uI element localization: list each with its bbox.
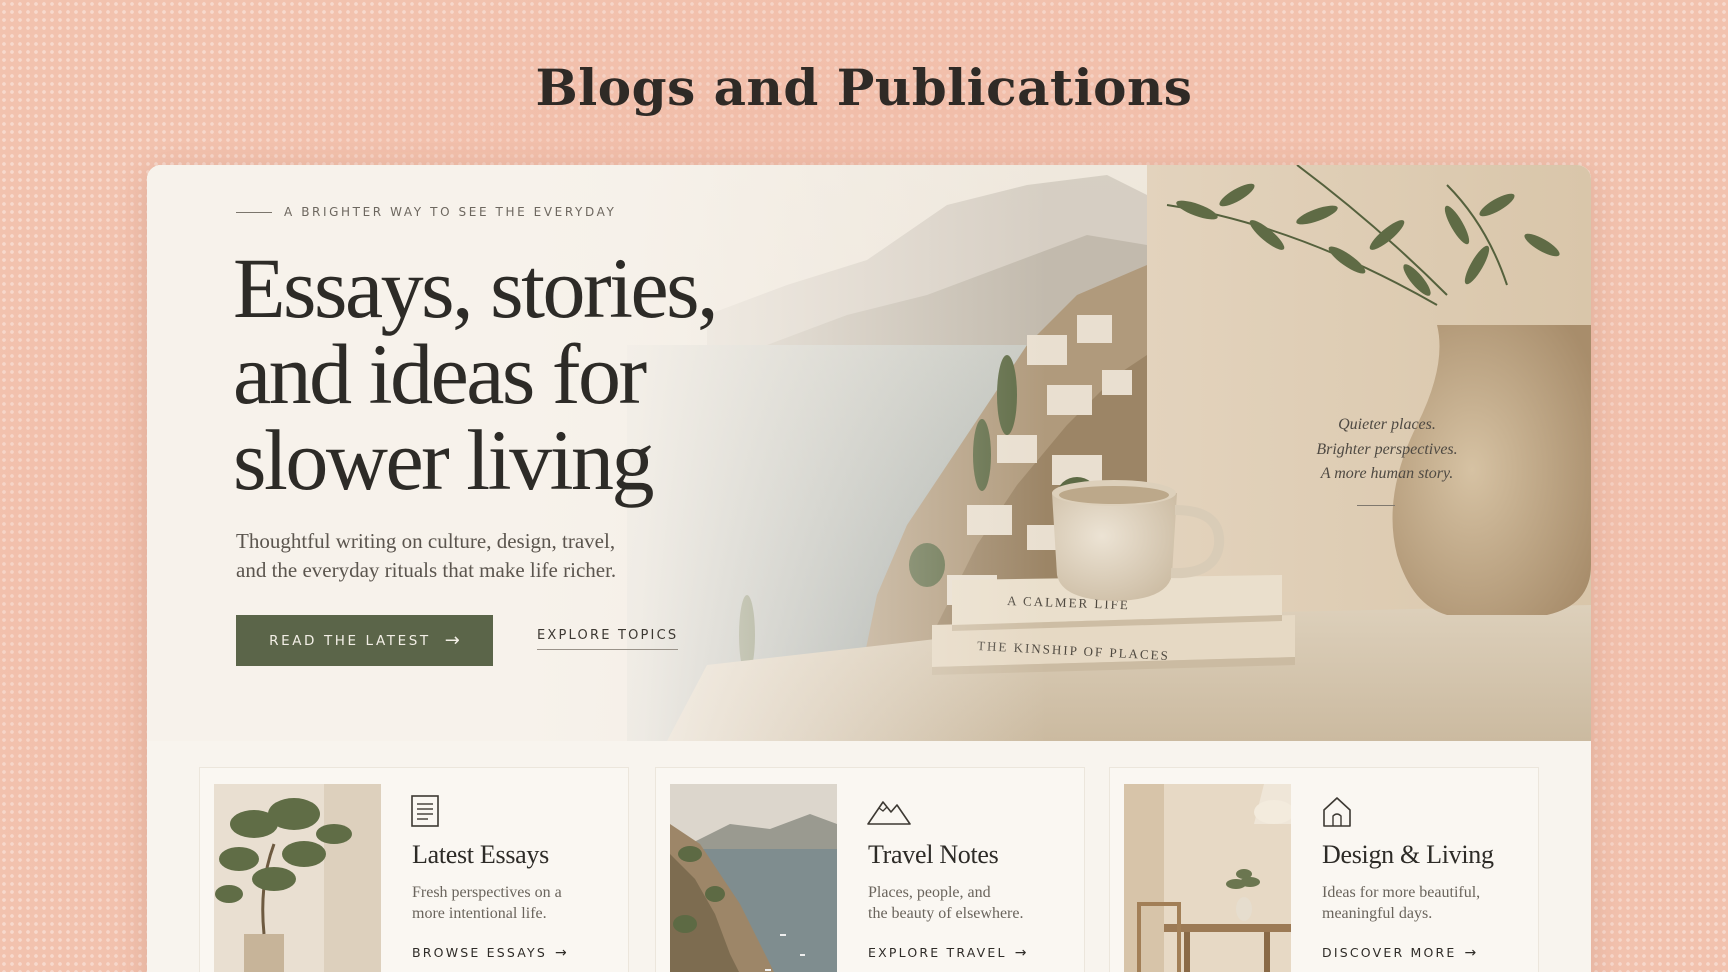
mountain-icon xyxy=(867,801,911,825)
card-description: Fresh perspectives on a more intentional… xyxy=(412,882,612,924)
arrow-right-icon: → xyxy=(1014,945,1027,961)
card-link-label: DISCOVER MORE xyxy=(1322,945,1457,960)
card-description-line: the beauty of elsewhere. xyxy=(868,905,1024,922)
hero-subtext-line: Thoughtful writing on culture, design, t… xyxy=(236,529,616,553)
arrow-right-icon: → xyxy=(555,945,567,961)
document-icon xyxy=(411,795,439,827)
quote-line: Brighter perspectives. xyxy=(1316,440,1458,458)
read-latest-label: READ THE LATEST xyxy=(269,632,431,649)
eyebrow-divider xyxy=(236,211,272,213)
hero-eyebrow: A BRIGHTER WAY TO SEE THE EVERYDAY xyxy=(236,205,616,219)
home-icon xyxy=(1323,797,1351,827)
category-card-travel[interactable]: Travel Notes Places, people, and the bea… xyxy=(655,767,1085,972)
explore-topics-link[interactable]: EXPLORE TOPICS xyxy=(537,628,679,650)
card-title: Latest Essays xyxy=(412,840,549,869)
card-description: Ideas for more beautiful, meaningful day… xyxy=(1322,882,1522,924)
hero-heading-line: slower living xyxy=(233,412,654,508)
hero-subtext: Thoughtful writing on culture, design, t… xyxy=(236,527,656,585)
arrow-right-icon: → xyxy=(1464,945,1477,961)
category-card-essays[interactable]: Latest Essays Fresh perspectives on a mo… xyxy=(199,767,629,972)
card-title: Design & Living xyxy=(1322,840,1494,869)
card-link-label: EXPLORE TRAVEL xyxy=(868,945,1007,960)
hero-heading-line: Essays, stories, xyxy=(233,240,719,336)
website-preview: A CALMER LIFE THE KINSHIP OF PLACES A BR… xyxy=(147,165,1591,972)
quote-line: A more human story. xyxy=(1320,465,1454,482)
card-description-line: Places, people, and xyxy=(868,884,991,901)
browse-essays-link[interactable]: BROWSE ESSAYS → xyxy=(412,945,567,961)
hero-heading-line: and ideas for xyxy=(233,326,647,422)
card-link-label: BROWSE ESSAYS xyxy=(412,945,548,960)
card-title: Travel Notes xyxy=(868,840,999,869)
travel-image xyxy=(670,784,837,972)
card-description-line: Ideas for more beautiful, xyxy=(1322,884,1481,901)
read-latest-button[interactable]: READ THE LATEST → xyxy=(236,615,493,666)
hero-heading: Essays, stories, and ideas for slower li… xyxy=(233,245,793,503)
page-title: Blogs and Publications xyxy=(535,58,1193,117)
category-card-design[interactable]: Design & Living Ideas for more beautiful… xyxy=(1109,767,1539,972)
card-description-line: meaningful days. xyxy=(1322,905,1433,922)
card-description-line: Fresh perspectives on a xyxy=(412,884,562,901)
eyebrow-text: A BRIGHTER WAY TO SEE THE EVERYDAY xyxy=(284,205,617,219)
design-living-image xyxy=(1124,784,1291,972)
essays-image xyxy=(214,784,381,972)
hero-section: A CALMER LIFE THE KINSHIP OF PLACES A BR… xyxy=(147,165,1591,741)
arrow-right-icon: → xyxy=(444,630,460,651)
card-description: Places, people, and the beauty of elsewh… xyxy=(868,882,1068,924)
quote-line: Quieter places. xyxy=(1338,416,1436,433)
explore-travel-link[interactable]: EXPLORE TRAVEL → xyxy=(868,945,1026,961)
card-description-line: more intentional life. xyxy=(412,905,547,922)
quote-divider xyxy=(1357,505,1395,506)
discover-more-link[interactable]: DISCOVER MORE → xyxy=(1322,945,1476,961)
hero-subtext-line: and the everyday rituals that make life … xyxy=(236,558,617,582)
hero-quote: Quieter places. Brighter perspectives. A… xyxy=(1297,413,1477,487)
